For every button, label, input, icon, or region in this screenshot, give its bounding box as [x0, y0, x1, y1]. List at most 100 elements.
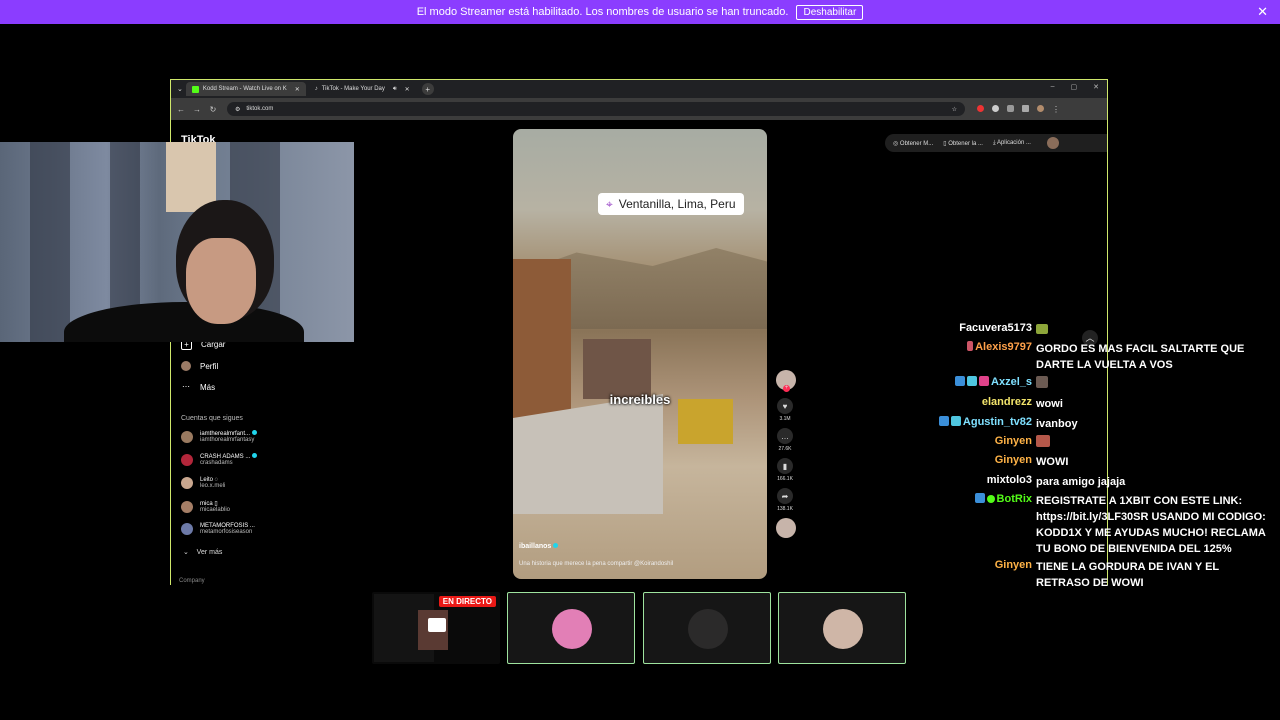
music-disc-avatar[interactable]	[776, 518, 796, 538]
chat-username: BotRix	[996, 493, 1032, 505]
account-handle: micaelablio	[200, 507, 231, 513]
bookmark-star-icon[interactable]: ☆	[952, 106, 957, 113]
url-input[interactable]: ⚙ tiktok.com ☆	[227, 102, 965, 116]
video-caption: increibles	[609, 392, 671, 407]
heart-icon: ♥	[777, 398, 793, 414]
pill-label: Obtener M...	[899, 140, 934, 147]
chat-user-wrap[interactable]: BotRix	[974, 493, 1032, 505]
menu-label: Perfil	[200, 361, 219, 371]
device-icon: ▯	[943, 140, 947, 147]
streamer-mode-banner: El modo Streamer está habilitado. Los no…	[0, 0, 1280, 24]
company-footer[interactable]: Company	[179, 578, 205, 584]
location-tag: ⌖ Ventanilla, Lima, Peru	[598, 193, 744, 215]
pill-obtener-la[interactable]: ▯ Obtener la ...	[943, 140, 983, 147]
video-author[interactable]: ibaillanos	[519, 543, 559, 550]
thumbnail-guest-1[interactable]	[507, 592, 635, 664]
chat-username[interactable]: Ginyen	[995, 559, 1032, 571]
thumbnail-live[interactable]: EN DIRECTO	[372, 592, 500, 664]
chat-user-wrap[interactable]: Axzel_s	[955, 376, 1032, 388]
tab-audio-icon[interactable]: 🔊︎	[393, 86, 397, 93]
url-text: tiktok.com	[246, 106, 274, 112]
guest-avatar	[688, 609, 728, 649]
extension-gray-icon[interactable]	[992, 104, 999, 112]
window-close-icon[interactable]: ✕	[1093, 83, 1099, 91]
chat-username[interactable]: elandrezz	[982, 396, 1032, 408]
chat-text: wowi	[1036, 398, 1063, 410]
bot-badge-icon	[986, 495, 995, 503]
guest-avatar	[823, 609, 863, 649]
live-badge: EN DIRECTO	[438, 596, 496, 607]
site-info-icon[interactable]: ⚙	[235, 106, 240, 113]
avatar	[181, 500, 193, 513]
extensions-puzzle-icon[interactable]	[1007, 104, 1014, 112]
tab-kodd-stream[interactable]: Kodd Stream - Watch Live on K ✕	[185, 82, 306, 96]
bookmark-action[interactable]: ▮ 166.1K	[775, 458, 795, 482]
profile-avatar-icon[interactable]	[1037, 104, 1044, 112]
following-account[interactable]: METAMORFOSIS ... metamorfosiseason	[181, 523, 255, 535]
tab-search-icon[interactable]: ⌄	[177, 85, 183, 93]
chat-text: ivanboy	[1036, 418, 1078, 430]
reload-icon[interactable]: ↻	[207, 105, 219, 114]
guest-avatar	[552, 609, 592, 649]
tab-tiktok[interactable]: ♪ TikTok - Make Your Day 🔊︎ ✕	[309, 82, 416, 96]
close-icon[interactable]: ✕	[1257, 4, 1268, 20]
kick-favicon-icon	[191, 85, 199, 93]
see-more-label: Ver más	[196, 549, 223, 556]
browser-menu-icon[interactable]: ⋮	[1052, 105, 1060, 114]
thumbnail-guest-2[interactable]	[643, 592, 771, 664]
chat-username[interactable]: Ginyen	[995, 454, 1032, 466]
forward-arrow-icon[interactable]: →	[191, 105, 203, 114]
bookmark-count: 166.1K	[777, 476, 793, 482]
tab-close-icon[interactable]: ✕	[295, 86, 300, 93]
share-action[interactable]: ➦ 138.1K	[775, 488, 795, 512]
chat-username[interactable]: Facuvera5173	[959, 322, 1032, 334]
pill-obtener-m[interactable]: ◎ Obtener M...	[893, 140, 933, 147]
chat-text: REGISTRATE A 1XBIT CON ESTE LINK: https:…	[1036, 495, 1266, 555]
following-account[interactable]: iamtherealmrfant... iamthorealmrfantasy	[181, 430, 258, 443]
see-more-link[interactable]: ⌄ Ver más	[183, 548, 222, 556]
following-account[interactable]: CRASH ADAMS ... crashadams	[181, 453, 258, 466]
chat-user-wrap[interactable]: Alexis9797	[967, 341, 1032, 353]
video-player[interactable]: ⌖ Ventanilla, Lima, Peru increibles ibai…	[513, 129, 767, 579]
chat-username: Agustin_tv82	[962, 416, 1032, 428]
menu-item-mas[interactable]: ⋯ Más	[181, 382, 215, 392]
minimize-icon[interactable]: –	[1051, 83, 1055, 91]
back-arrow-icon[interactable]: ←	[175, 105, 187, 114]
emote-icon	[1036, 324, 1048, 334]
verified-icon	[252, 453, 258, 458]
profile-avatar[interactable]	[1046, 137, 1059, 149]
avatar	[181, 477, 193, 489]
creator-avatar[interactable]: +	[776, 370, 796, 392]
comment-action[interactable]: … 27.6K	[775, 428, 795, 452]
account-handle: metamorfosiseason	[200, 529, 253, 535]
emote-icon	[1036, 376, 1048, 388]
video-description: Una historia que merece la pena comparti…	[519, 561, 674, 567]
tab-close-icon[interactable]: ✕	[405, 86, 410, 93]
menu-item-perfil[interactable]: Perfil	[181, 361, 218, 371]
badge-icon	[950, 416, 961, 426]
thumbnail-guest-3[interactable]	[778, 592, 906, 664]
new-tab-plus-icon[interactable]: +	[421, 83, 434, 95]
follow-plus-icon[interactable]: +	[783, 385, 790, 392]
chat-emote	[1036, 435, 1268, 451]
pill-label: Obtener la ...	[948, 140, 983, 147]
maximize-icon[interactable]: ▢	[1071, 83, 1078, 91]
share-count: 138.1K	[777, 506, 793, 512]
chat-username[interactable]: Ginyen	[995, 435, 1032, 447]
badge-icon	[974, 493, 985, 503]
verified-icon	[252, 430, 258, 435]
chat-user-wrap[interactable]: Agustin_tv82	[938, 416, 1032, 428]
extension-red-icon[interactable]	[977, 104, 984, 112]
pill-aplicacion[interactable]: ⤓ Aplicación ...	[993, 140, 1031, 147]
location-pin-icon: ⌖	[606, 196, 613, 211]
comment-count: 27.6K	[778, 446, 792, 452]
chat-username: Alexis9797	[975, 341, 1032, 353]
chat-username[interactable]: mixtolo3	[987, 474, 1032, 486]
following-account[interactable]: mica ▯ micaelablio	[181, 500, 230, 513]
side-panel-icon[interactable]	[1022, 104, 1029, 112]
disable-streamer-mode-button[interactable]: Deshabilitar	[796, 4, 864, 20]
like-action[interactable]: ♥ 3.1M	[775, 398, 795, 422]
badge-icon	[938, 416, 949, 426]
following-account[interactable]: Leito ◌ leo.x.meli	[181, 477, 225, 489]
streamer-face	[186, 238, 256, 324]
